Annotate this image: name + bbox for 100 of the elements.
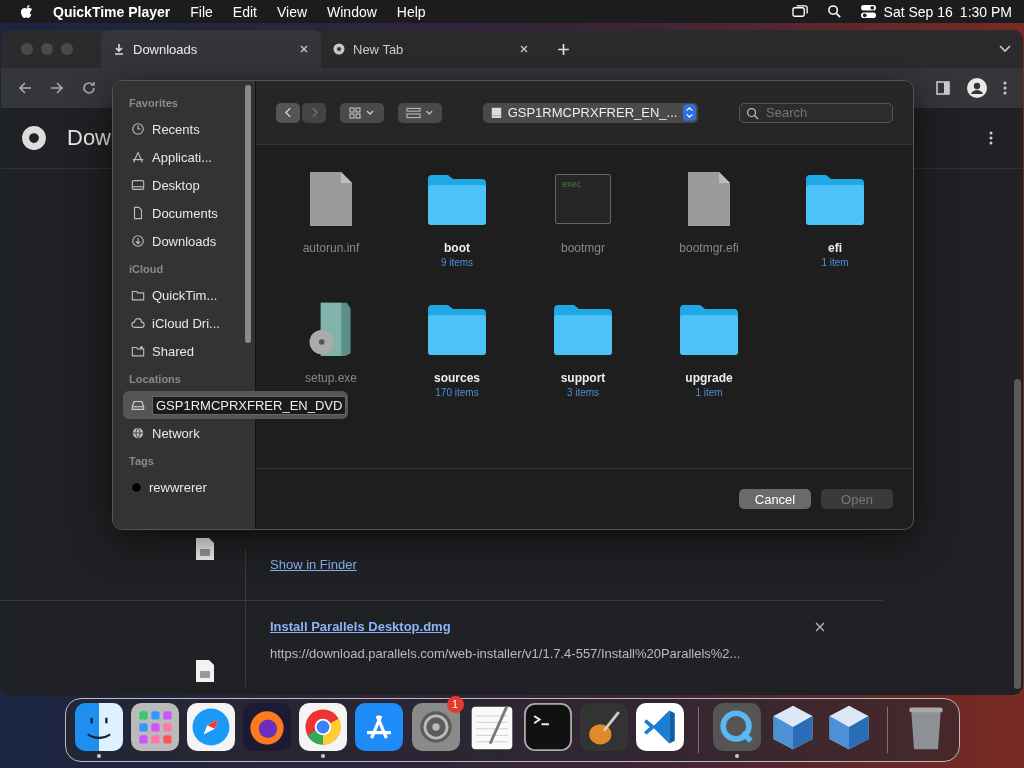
side-panel-icon[interactable] <box>935 80 951 96</box>
location-popup[interactable]: GSP1RMCPRXFRER_EN_... <box>482 102 699 123</box>
menu-item[interactable]: View <box>276 3 308 20</box>
browser-logo-icon <box>333 43 345 55</box>
gear-icon[interactable] <box>411 702 460 751</box>
up-down-arrows-icon <box>683 104 697 121</box>
profile-icon[interactable] <box>967 78 987 98</box>
menu-icon[interactable] <box>989 130 993 146</box>
fox-icon[interactable] <box>243 702 292 751</box>
globe-icon <box>131 426 145 440</box>
menu-item[interactable]: Help <box>396 3 426 20</box>
back-button[interactable] <box>276 102 300 123</box>
player-icon[interactable] <box>712 702 761 751</box>
sidebar-item[interactable]: Network <box>123 419 229 447</box>
app-grid-icon[interactable] <box>131 702 180 751</box>
compass-icon[interactable] <box>187 702 236 751</box>
grid-view-icon <box>348 106 376 119</box>
folder-icon <box>131 288 145 302</box>
menu-icon[interactable] <box>1003 80 1007 96</box>
sidebar-item[interactable]: Shared <box>123 337 229 365</box>
clock-icon <box>131 122 145 136</box>
file-name: efi <box>828 241 842 255</box>
download-icon <box>113 43 125 55</box>
browser-tab[interactable]: Downloads <box>101 30 321 68</box>
download-url: https://download.parallels.com/web-installer/v1/1.7.4-557/Install%20Parallels%2... <box>270 646 742 661</box>
menu-item[interactable]: Edit <box>232 3 257 20</box>
sidebar-item[interactable]: rewwrerer <box>123 473 229 501</box>
guitar-icon[interactable] <box>579 702 628 751</box>
notification-badge: 1 <box>446 695 464 713</box>
icon-view-button[interactable] <box>340 102 384 123</box>
scrollbar-thumb[interactable] <box>245 85 251 343</box>
code-editor-icon[interactable] <box>635 702 684 751</box>
sidebar-item[interactable]: iCloud Dri... <box>123 309 229 337</box>
sidebar-heading: Locations <box>129 373 182 385</box>
file-name: sources <box>434 371 480 385</box>
item-count: 3 items <box>566 387 600 398</box>
toggles-icon[interactable] <box>859 4 877 19</box>
close-icon[interactable] <box>815 621 825 632</box>
file-name: support <box>560 371 606 385</box>
new-tab-icon[interactable] <box>557 42 570 56</box>
chevron-left-icon <box>284 107 292 118</box>
file-name: upgrade <box>685 371 733 385</box>
download-file-link[interactable]: Install Parallels Desktop.dmg <box>270 619 451 634</box>
back-arrow-icon[interactable] <box>17 80 33 96</box>
terminal-icon[interactable] <box>523 702 572 751</box>
browser-tab[interactable]: New Tab <box>321 30 541 68</box>
file-name: boot <box>444 241 470 255</box>
disk-image-file-icon <box>195 537 215 561</box>
shared-folder-icon <box>131 344 145 358</box>
file-name: autorun.inf <box>302 241 360 255</box>
forward-arrow-icon[interactable] <box>49 80 65 96</box>
sidebar-heading: Favorites <box>129 97 179 109</box>
chevron-right-icon <box>310 107 318 118</box>
sidebar-heading: Tags <box>129 455 155 467</box>
menu-bar-time[interactable]: 1:30 PM <box>959 3 1012 20</box>
sidebar-item[interactable]: Downloads <box>123 227 229 255</box>
sidebar-item[interactable]: Desktop <box>123 171 229 199</box>
cloud-icon <box>131 316 145 330</box>
sidebar-item[interactable]: Documents <box>123 199 229 227</box>
item-count: 1 item <box>695 387 723 398</box>
file-name: setup.exe <box>304 371 357 385</box>
apple-icon[interactable] <box>20 4 33 19</box>
sidebar-item[interactable]: Applicati... <box>123 143 229 171</box>
page-title: Dow <box>67 125 111 151</box>
item-count: 1 item <box>821 257 849 268</box>
search-field[interactable]: Search <box>739 102 893 123</box>
browser-logo-icon <box>21 125 47 151</box>
item-count: 9 items <box>440 257 474 268</box>
windows-icon[interactable] <box>791 4 809 19</box>
search-icon[interactable] <box>825 4 843 19</box>
desktop-icon <box>131 178 145 192</box>
document-icon <box>131 206 145 220</box>
close-icon[interactable] <box>519 44 529 54</box>
sidebar-item[interactable]: Recents <box>123 115 229 143</box>
sidebar-heading: iCloud <box>129 263 165 275</box>
show-in-finder-link[interactable]: Show in Finder <box>270 557 357 572</box>
cancel-button[interactable]: Cancel <box>739 489 811 509</box>
drive-icon <box>131 398 145 412</box>
reload-icon[interactable] <box>81 80 97 96</box>
store-icon[interactable] <box>355 702 404 751</box>
browser-icon[interactable] <box>299 702 348 751</box>
sidebar-item[interactable]: QuickTim... <box>123 281 229 309</box>
menu-item[interactable]: File <box>190 3 213 20</box>
sidebar-item[interactable]: GSP1RMCPRXFRER_EN_DVD <box>123 391 349 419</box>
document-icon[interactable] <box>309 171 353 227</box>
disk-image-file-icon <box>195 659 215 683</box>
list-view-icon <box>406 106 434 119</box>
item-count: 170 items <box>435 387 479 398</box>
scrollbar-thumb[interactable] <box>1014 379 1021 689</box>
file-name: bootmgr <box>561 241 605 255</box>
apps-icon <box>131 150 145 164</box>
document-icon[interactable] <box>687 171 731 227</box>
menu-bar-date[interactable]: Sat Sep 16 <box>883 3 953 20</box>
menu-item[interactable]: Window <box>327 3 377 20</box>
face-icon[interactable] <box>75 702 124 751</box>
app-menu[interactable]: QuickTime Player <box>53 3 171 20</box>
chevron-down-icon[interactable] <box>999 45 1011 53</box>
group-view-button[interactable] <box>398 102 442 123</box>
close-icon[interactable] <box>299 44 309 54</box>
drive-icon <box>490 106 502 119</box>
